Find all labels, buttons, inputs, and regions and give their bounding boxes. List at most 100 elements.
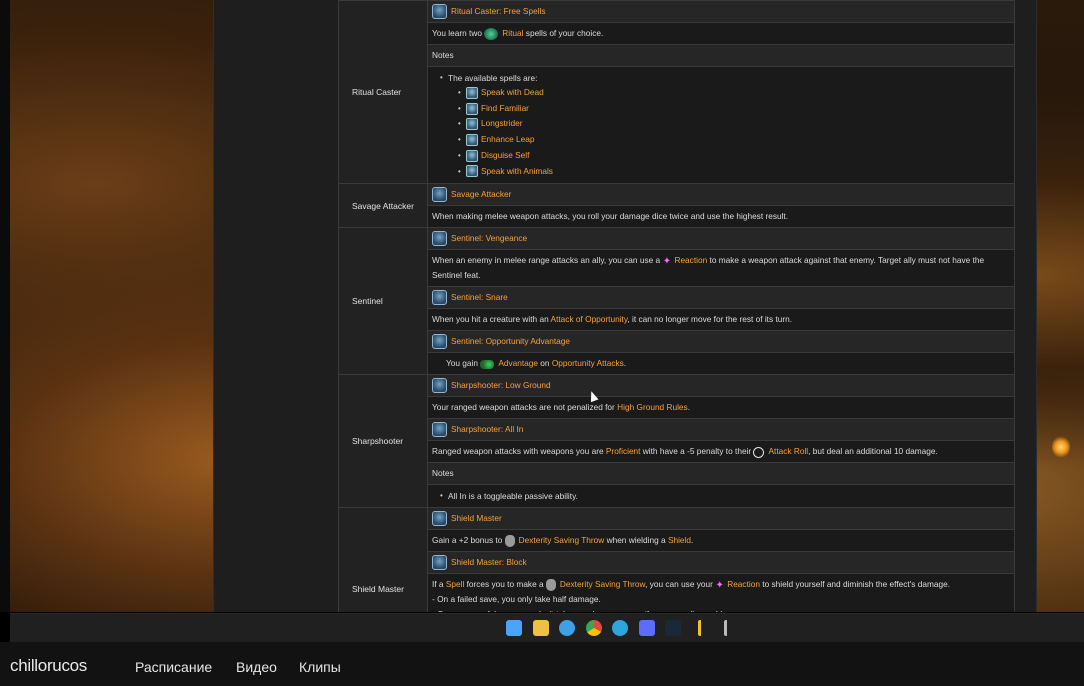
sentinel-icon <box>432 334 447 350</box>
feats-table: Ritual Caster Ritual Caster: Free Spells Y… <box>338 0 1015 612</box>
feature-title-link[interactable]: Sharpshooter: Low Ground <box>451 378 551 393</box>
site-navigation: chillorucos Расписание Видео Клипы <box>0 642 1084 686</box>
feat-details: Sentinel: Vengeance When an enemy in mele… <box>427 227 1015 376</box>
sentinel-icon <box>432 231 447 247</box>
spell-link[interactable]: Enhance Leap <box>481 132 535 148</box>
feat-details: Ritual Caster: Free Spells You learn two … <box>427 0 1015 185</box>
description-text: You learn two <box>432 28 485 38</box>
ritual-icon <box>484 27 499 40</box>
saving-throw-icon <box>545 579 556 592</box>
feature-title-link[interactable]: Ritual Caster: Free Spells <box>451 4 546 19</box>
keyword-link[interactable]: Opportunity Attacks <box>552 358 624 368</box>
description-text: forces you to make a <box>464 579 546 590</box>
keyword-link[interactable]: High Ground Rules <box>617 402 688 412</box>
feature-description: When an enemy in melee range attacks an … <box>428 250 1014 288</box>
channel-name[interactable]: chillorucos <box>10 656 87 676</box>
feature-description: Gain a +2 bonus to Dexterity Saving Thro… <box>428 530 1014 553</box>
keyword-link[interactable]: Proficient <box>606 446 641 456</box>
saving-throw-icon <box>504 535 515 548</box>
description-text: , it can no longer move for the rest of … <box>627 314 793 325</box>
spell-link[interactable]: Disguise Self <box>481 148 529 164</box>
spell-list-item: Find Familiar <box>458 101 1006 117</box>
feature-title-link[interactable]: Savage Attacker <box>451 187 511 202</box>
keyword-link[interactable]: Dexterity Saving Throw <box>519 535 605 545</box>
description-text: Your ranged weapon attacks are not penal… <box>432 402 618 413</box>
feature-title-link[interactable]: Shield Master <box>451 511 502 526</box>
savage-attacker-icon <box>432 187 447 203</box>
feature-title-link[interactable]: Sentinel: Opportunity Advantage <box>451 334 570 349</box>
description-line: - On a successful save, you don't take a… <box>432 607 1010 612</box>
feat-row: Sentinel Sentinel: Vengeance When an enemy… <box>338 227 1015 376</box>
feat-name: Sharpshooter <box>338 374 428 509</box>
feature-description: When you hit a creature with an Attack o… <box>428 309 1014 332</box>
keyword-link[interactable]: Reaction <box>674 255 707 265</box>
description-text: . <box>691 535 694 546</box>
keyword-link[interactable]: Dexterity Saving Throw <box>560 579 645 589</box>
notes-content: All In is a toggleable passive ability. <box>428 485 1014 507</box>
spell-list-item: Enhance Leap <box>458 132 1006 148</box>
spell-link[interactable]: Find Familiar <box>481 101 529 117</box>
attack-roll-icon <box>753 446 765 458</box>
description-text: Gain a +2 bonus to <box>432 535 505 546</box>
spell-list-item: Disguise Self <box>458 148 1006 164</box>
telegram-icon[interactable] <box>612 620 628 636</box>
description-text: . <box>623 358 627 369</box>
spell-list-item: Speak with Dead <box>458 85 1006 101</box>
nav-link-videos[interactable]: Видео <box>236 659 277 675</box>
keyword-link[interactable]: Shield <box>668 535 691 545</box>
pen-tool-icon[interactable] <box>697 620 702 636</box>
shield-master-icon <box>432 511 447 527</box>
spell-icon <box>466 118 478 131</box>
app-icon[interactable] <box>638 620 655 636</box>
feature-description: If a Spell forces you to make a Dexterit… <box>428 574 1014 612</box>
description-text: When making melee weapon attacks, you ro… <box>432 211 789 222</box>
feature-title-link[interactable]: Shield Master: Block <box>451 555 527 570</box>
nav-link-clips[interactable]: Клипы <box>299 659 341 675</box>
notes-list: The available spells are: Speak with Dead… <box>432 69 1010 181</box>
game-icon[interactable] <box>724 620 728 636</box>
feature-title-link[interactable]: Sentinel: Vengeance <box>451 231 527 246</box>
feature-header: Shield Master <box>428 508 1014 531</box>
feats-table-container[interactable]: Ritual Caster Ritual Caster: Free Spells Y… <box>338 0 1015 612</box>
file-explorer-icon[interactable] <box>532 620 549 636</box>
feat-row: Shield Master Shield Master Gain a +2 bonu… <box>338 507 1015 612</box>
sentinel-icon <box>432 290 447 306</box>
spell-link[interactable]: Speak with Animals <box>481 164 553 180</box>
feature-header: Sharpshooter: Low Ground <box>428 375 1014 398</box>
keyword-link[interactable]: Attack Roll <box>768 446 808 456</box>
spell-list-item: Longstrider <box>458 116 1006 132</box>
spell-link[interactable]: Longstrider <box>481 116 523 132</box>
feature-description: When making melee weapon attacks, you ro… <box>428 206 1014 227</box>
keyword-link[interactable]: Spell <box>446 579 464 589</box>
steam-icon[interactable] <box>665 620 681 636</box>
note-item: The available spells are: Speak with Dead… <box>440 71 1006 179</box>
description-text: When you hit a creature with an <box>432 314 551 325</box>
nav-link-schedule[interactable]: Расписание <box>135 659 212 675</box>
windows-start-icon[interactable] <box>506 620 522 636</box>
feat-row: Sharpshooter Sharpshooter: Low Ground Your… <box>338 374 1015 509</box>
note-text: All In is a toggleable passive ability. <box>448 491 578 502</box>
description-text: . <box>687 402 690 413</box>
note-text: The available spells are: <box>448 73 538 83</box>
keyword-link[interactable]: Advantage <box>498 358 538 368</box>
reaction-icon: ✦ <box>715 579 724 591</box>
chrome-browser-icon[interactable] <box>585 620 602 636</box>
notes-header: Notes <box>428 463 1014 486</box>
keyword-link[interactable]: Ritual <box>502 28 523 38</box>
notes-list: All In is a toggleable passive ability. <box>432 487 1010 505</box>
notes-content: The available spells are: Speak with Dead… <box>428 67 1014 183</box>
feature-title-link[interactable]: Sentinel: Snare <box>451 290 508 305</box>
spell-icon <box>466 102 478 115</box>
feat-row: Savage Attacker Savage Attacker When makin… <box>338 183 1015 229</box>
feature-header: Sharpshooter: All In <box>428 419 1014 442</box>
spell-list-item: Speak with Animals <box>458 164 1006 180</box>
edge-browser-icon[interactable] <box>559 620 575 636</box>
ritual-caster-icon <box>432 4 447 19</box>
keyword-link[interactable]: Reaction <box>727 579 760 589</box>
feature-header: Savage Attacker <box>428 184 1014 207</box>
feature-header: Sentinel: Vengeance <box>428 228 1014 251</box>
feature-description: Your ranged weapon attacks are not penal… <box>428 397 1014 420</box>
feature-title-link[interactable]: Sharpshooter: All In <box>451 422 523 437</box>
spell-link[interactable]: Speak with Dead <box>481 85 544 101</box>
keyword-link[interactable]: Attack of Opportunity <box>551 314 628 324</box>
